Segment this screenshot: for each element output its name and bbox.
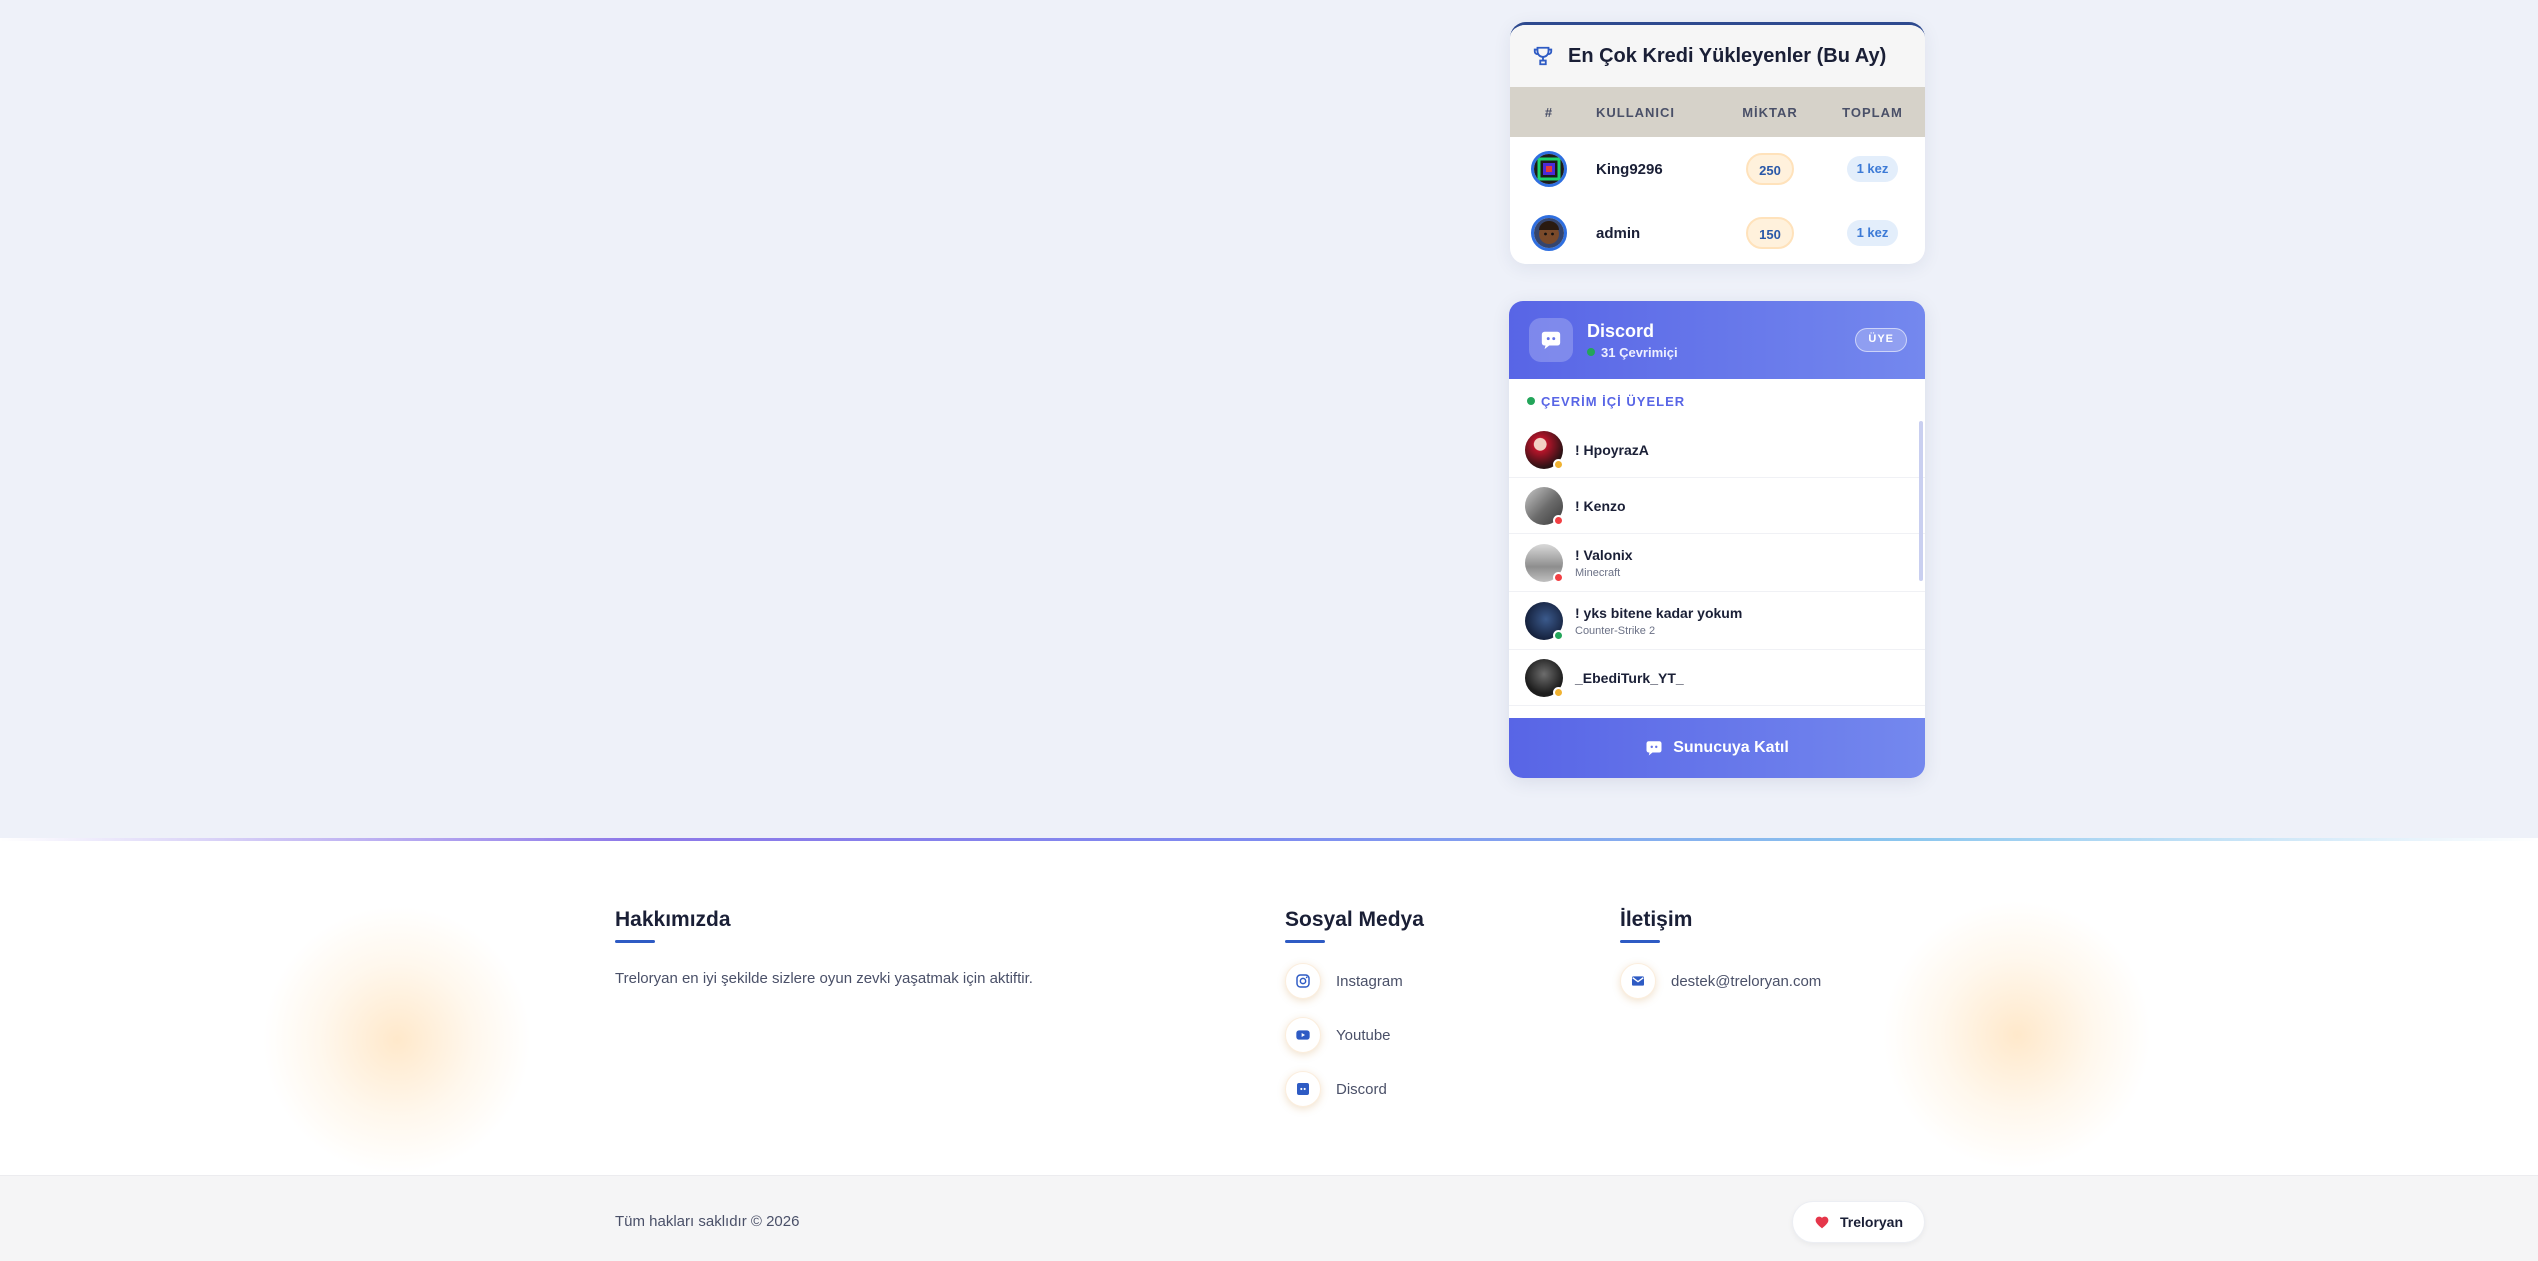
member-name: _EbediTurk_YT_: [1575, 669, 1684, 686]
avatar: [1525, 601, 1564, 641]
social-link-youtube[interactable]: Youtube: [1285, 1017, 1391, 1053]
member-name: ! Kenzo: [1575, 497, 1626, 514]
footer-gradient-divider: [0, 838, 2538, 841]
table-header-row: # KULLANICI MİKTAR TOPLAM: [1510, 87, 1925, 137]
footer-bottom-bar: [0, 1175, 2538, 1261]
list-item[interactable]: ! HpoyrazA: [1509, 423, 1925, 478]
list-item[interactable]: ! Kenzo: [1509, 478, 1925, 534]
status-dnd-icon: [1553, 514, 1564, 526]
decorative-glow: [262, 905, 532, 1175]
online-members-label: ÇEVRİM İÇİ ÜYELER: [1541, 393, 1686, 409]
copyright-text: Tüm hakları saklıdır © 2026: [615, 1213, 800, 1230]
amount-pill: 250: [1746, 153, 1794, 185]
discord-online-count: 31 Çevrimiçi: [1587, 345, 1678, 360]
discord-widget: Discord 31 Çevrimiçi ÜYE ÇEVRİM İÇİ ÜYEL…: [1509, 301, 1925, 778]
status-idle-icon: [1553, 686, 1564, 698]
total-pill: 1 kez: [1846, 220, 1899, 246]
social-link-instagram[interactable]: Instagram: [1285, 963, 1403, 999]
column-rank: #: [1544, 104, 1554, 120]
youtube-icon: [1285, 1017, 1321, 1053]
avatar: [1531, 215, 1567, 251]
member-activity: Minecraft: [1575, 566, 1621, 579]
discord-server-name: Discord: [1587, 320, 1655, 341]
online-members-heading: ÇEVRİM İÇİ ÜYELER: [1509, 379, 1925, 423]
avatar: [1525, 486, 1564, 526]
trophy-icon: [1533, 46, 1553, 66]
total-pill: 1 kez: [1846, 156, 1899, 182]
discord-icon: [1541, 331, 1561, 350]
column-total: TOPLAM: [1842, 104, 1903, 120]
member-list-scrollbar[interactable]: [1919, 421, 1923, 581]
brand-badge[interactable]: Treloryan: [1792, 1201, 1925, 1243]
member-activity: Counter-Strike 2: [1575, 624, 1656, 637]
title-underline: [615, 940, 655, 943]
social-link-label: Discord: [1336, 1080, 1387, 1098]
title-underline: [1285, 940, 1325, 943]
join-server-label: Sunucuya Katıl: [1673, 739, 1789, 756]
discord-icon: [1646, 741, 1662, 756]
list-item[interactable]: _EbediTurk_YT_: [1509, 650, 1925, 706]
online-count-text: 31 Çevrimiçi: [1601, 344, 1678, 360]
top-credit-card: En Çok Kredi Yükleyenler (Bu Ay) # KULLA…: [1510, 22, 1925, 264]
brand-name: Treloryan: [1839, 1214, 1904, 1230]
column-amount: MİKTAR: [1742, 104, 1798, 120]
avatar: [1531, 151, 1567, 187]
discord-header: Discord 31 Çevrimiçi ÜYE: [1509, 301, 1925, 379]
online-dot-icon: [1587, 348, 1595, 356]
contact-email: destek@treloryan.com: [1671, 972, 1822, 990]
about-text: Treloryan en iyi şekilde sizlere oyun ze…: [615, 970, 1033, 987]
avatar: [1525, 658, 1564, 698]
contact-email-link[interactable]: destek@treloryan.com: [1620, 963, 1821, 999]
member-list[interactable]: ! HpoyrazA ! Kenzo ! Valonix Minecraft !…: [1509, 423, 1925, 719]
member-name: ! HpoyrazA: [1575, 442, 1649, 458]
credit-table: # KULLANICI MİKTAR TOPLAM King9296 250 1…: [1510, 87, 1925, 264]
online-dot-icon: [1527, 397, 1535, 405]
credit-card-title: En Çok Kredi Yükleyenler (Bu Ay): [1568, 44, 1887, 67]
amount-pill: 150: [1746, 217, 1794, 249]
avatar: [1525, 431, 1564, 470]
member-button[interactable]: ÜYE: [1855, 328, 1907, 352]
instagram-icon: [1285, 963, 1321, 999]
credit-card-header: En Çok Kredi Yükleyenler (Bu Ay): [1510, 25, 1925, 87]
envelope-icon: [1620, 963, 1656, 999]
list-item[interactable]: ! Valonix Minecraft: [1509, 534, 1925, 592]
row-user: King9296: [1596, 160, 1663, 178]
heart-icon: [1815, 1216, 1829, 1229]
contact-title: İletişim: [1620, 908, 1693, 931]
list-item[interactable]: ! yks bitene kadar yokum Counter-Strike …: [1509, 592, 1925, 650]
social-link-label: Youtube: [1336, 1026, 1391, 1044]
member-name: ! Valonix: [1575, 546, 1633, 563]
table-row: admin 150 1 kez: [1510, 201, 1925, 264]
discord-logo: [1529, 318, 1573, 362]
social-title: Sosyal Medya: [1285, 908, 1424, 931]
title-underline: [1620, 940, 1660, 943]
join-server-button[interactable]: Sunucuya Katıl: [1509, 718, 1925, 778]
avatar: [1525, 543, 1564, 583]
status-online-icon: [1553, 629, 1564, 641]
about-title: Hakkımızda: [615, 908, 731, 931]
social-link-label: Instagram: [1336, 972, 1403, 990]
member-name: ! yks bitene kadar yokum: [1575, 604, 1743, 621]
column-user: KULLANICI: [1596, 104, 1676, 120]
decorative-glow: [1882, 900, 2152, 1170]
table-row: King9296 250 1 kez: [1510, 137, 1925, 201]
social-link-discord[interactable]: Discord: [1285, 1071, 1387, 1107]
row-user: admin: [1596, 224, 1641, 242]
status-idle-icon: [1553, 459, 1564, 470]
status-dnd-icon: [1553, 571, 1564, 583]
discord-icon: [1285, 1071, 1321, 1107]
